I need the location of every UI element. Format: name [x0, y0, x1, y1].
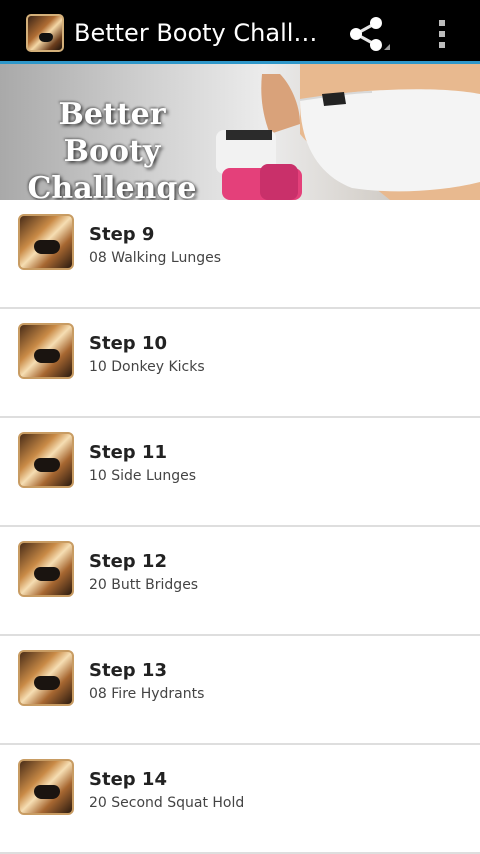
- step-title: Step 9: [89, 224, 155, 245]
- step-title: Step 12: [89, 551, 167, 572]
- step-thumbnail: [18, 541, 74, 597]
- step-subtitle: 10 Donkey Kicks: [89, 359, 205, 375]
- step-subtitle: 08 Walking Lunges: [89, 250, 221, 266]
- step-thumbnail: [18, 650, 74, 706]
- step-title: Step 11: [89, 442, 167, 463]
- step-thumbnail: [18, 323, 74, 379]
- step-title: Step 10: [89, 333, 167, 354]
- step-title: Step 13: [89, 660, 167, 681]
- step-subtitle: 10 Side Lunges: [89, 468, 197, 484]
- step-subtitle: 20 Second Squat Hold: [89, 795, 245, 811]
- step-thumbnail: [18, 759, 74, 815]
- list-item[interactable]: Step 9 08 Walking Lunges: [0, 200, 480, 309]
- banner-title-line1: Better Booty: [58, 97, 166, 169]
- action-bar: Better Booty Challen...: [0, 0, 480, 64]
- list-item[interactable]: Step 14 20 Second Squat Hold: [0, 745, 480, 854]
- list-item[interactable]: Step 11 10 Side Lunges: [0, 418, 480, 527]
- list-item[interactable]: Step 10 10 Donkey Kicks: [0, 309, 480, 418]
- step-thumbnail: [18, 432, 74, 488]
- header-banner: Better Booty Challenge: [0, 64, 480, 200]
- app-title: Better Booty Challen...: [74, 19, 324, 47]
- banner-title: Better Booty Challenge: [12, 96, 212, 200]
- step-subtitle: 20 Butt Bridges: [89, 577, 199, 593]
- step-thumbnail: [18, 214, 74, 270]
- step-subtitle: 08 Fire Hydrants: [89, 686, 205, 702]
- steps-list: Step 9 08 Walking Lunges Step 10 10 Donk…: [0, 200, 480, 854]
- app-icon[interactable]: [26, 14, 64, 52]
- step-title: Step 14: [89, 769, 167, 790]
- share-icon[interactable]: [346, 14, 390, 54]
- list-item[interactable]: Step 12 20 Butt Bridges: [0, 527, 480, 636]
- banner-title-line2: Challenge: [27, 171, 197, 200]
- overflow-menu-icon[interactable]: [428, 14, 456, 54]
- list-item[interactable]: Step 13 08 Fire Hydrants: [0, 636, 480, 745]
